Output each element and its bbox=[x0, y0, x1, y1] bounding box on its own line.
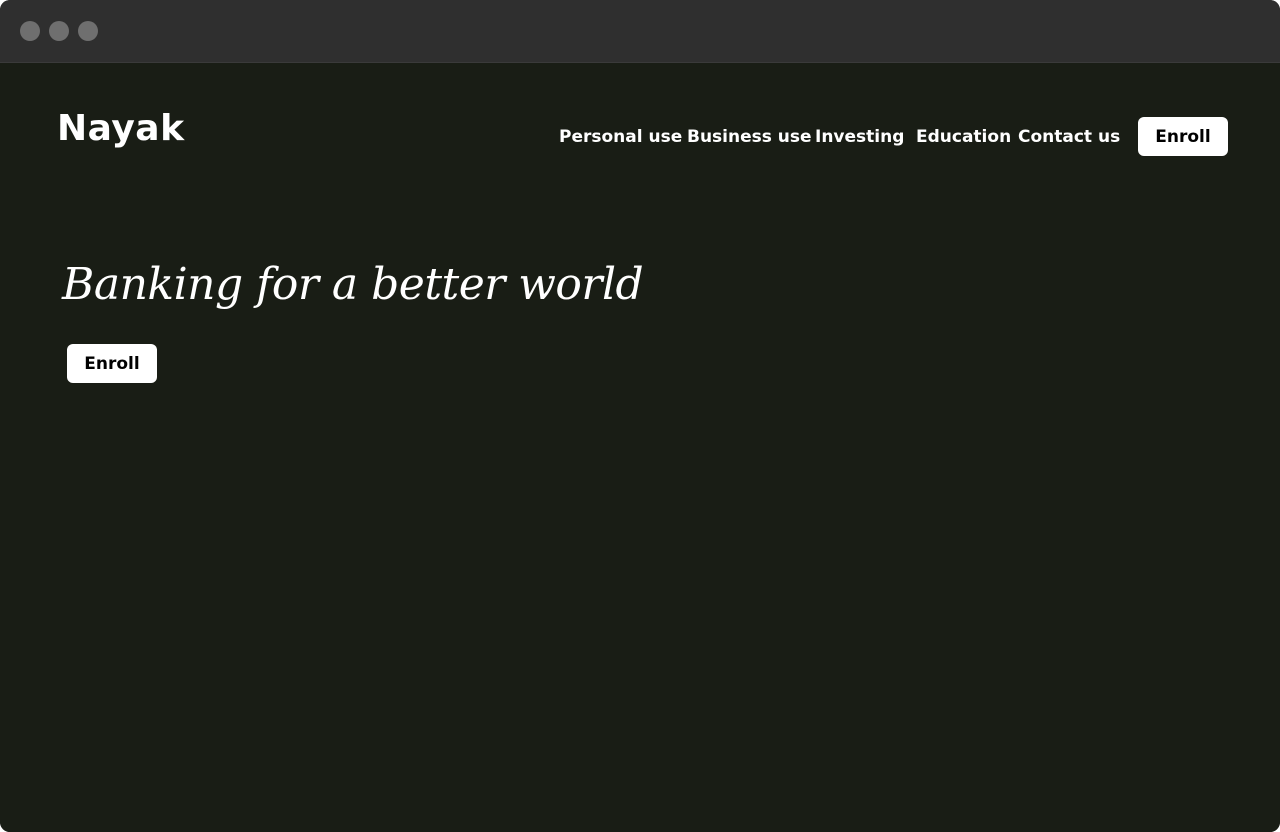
nav-link-education[interactable]: Education bbox=[916, 127, 1011, 147]
hero-enroll-button[interactable]: Enroll bbox=[67, 344, 157, 383]
nav-link-contact-us[interactable]: Contact us bbox=[1018, 127, 1120, 147]
nav-link-personal-use[interactable]: Personal use bbox=[559, 127, 682, 147]
close-window-dot[interactable] bbox=[20, 21, 40, 41]
page-content: Nayak Personal use Business use Investin… bbox=[0, 63, 1280, 832]
site-logo[interactable]: Nayak bbox=[57, 111, 185, 147]
nav-link-investing[interactable]: Investing bbox=[815, 127, 904, 147]
nav-link-business-use[interactable]: Business use bbox=[687, 127, 812, 147]
hero-title: Banking for a better world bbox=[62, 259, 644, 310]
browser-window: Nayak Personal use Business use Investin… bbox=[0, 0, 1280, 832]
header-enroll-button[interactable]: Enroll bbox=[1138, 117, 1228, 156]
minimize-window-dot[interactable] bbox=[49, 21, 69, 41]
maximize-window-dot[interactable] bbox=[78, 21, 98, 41]
window-titlebar bbox=[0, 0, 1280, 63]
